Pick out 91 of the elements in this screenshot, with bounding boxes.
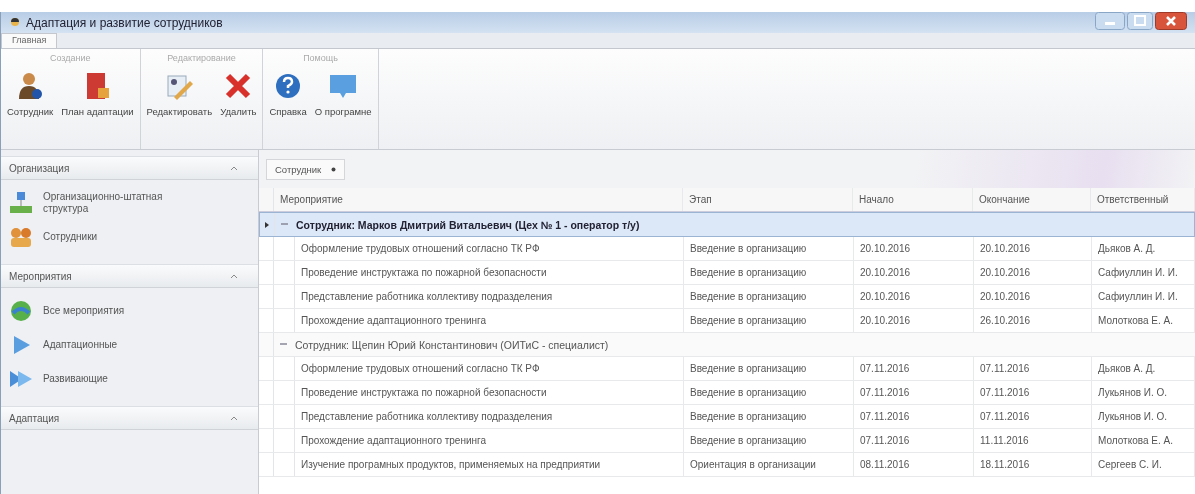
sidebar-item[interactable]: Развивающие xyxy=(9,364,258,394)
hierarchy-icon xyxy=(10,192,32,213)
table-cell: Сергеев С. И. xyxy=(1092,453,1195,476)
group-by-button[interactable]: Сотрудник xyxy=(266,158,346,180)
book-icon xyxy=(87,73,110,99)
table-cell: Дьяков А. Д. xyxy=(1092,237,1195,260)
table-cell: Молоткова Е. А. xyxy=(1092,309,1195,332)
table-cell: 20.10.2016 xyxy=(974,261,1092,284)
table-cell: Введение в организацию xyxy=(684,261,854,284)
ribbon-group-title: Помощь xyxy=(303,53,338,63)
table-cell: Проведение инструктажа по пожарной безопасности xyxy=(295,261,684,284)
window-title: Адаптация и развитие сотрудников xyxy=(26,15,224,30)
table-cell: 18.11.2016 xyxy=(974,453,1092,476)
close-button[interactable] xyxy=(1155,12,1187,30)
table-cell: Представление работника коллективу подразделения xyxy=(295,285,684,308)
table-cell: Лукьянов И. О. xyxy=(1092,381,1195,404)
table-cell: Введение в организацию xyxy=(684,429,854,452)
table-cell: 26.10.2016 xyxy=(974,309,1092,332)
sidebar-item[interactable]: Организационно-штатная структура xyxy=(9,188,258,218)
sidebar-section-header[interactable]: Адаптация xyxy=(1,406,258,430)
table-cell: Ориентация в организации xyxy=(684,453,854,476)
table-cell: Введение в организацию xyxy=(684,309,854,332)
table-cell: Лукьянов И. О. xyxy=(1092,405,1195,428)
table-cell: Молоткова Е. А. xyxy=(1092,429,1195,452)
column-header[interactable]: Окончание xyxy=(973,188,1091,211)
table-cell: 07.11.2016 xyxy=(854,381,974,404)
column-header[interactable]: Этап xyxy=(683,188,853,211)
table-cell: 20.10.2016 xyxy=(854,285,974,308)
table-cell: Оформление трудовых отношений согласно ТК РФ xyxy=(295,237,684,260)
table-cell: Оформление трудовых отношений согласно ТК РФ xyxy=(295,357,684,380)
edit-icon xyxy=(167,75,194,100)
table-cell: Сафиуллин И. И. xyxy=(1092,285,1195,308)
row-indicator-icon xyxy=(265,221,269,228)
table-cell: 11.11.2016 xyxy=(974,429,1092,452)
table-cell: Введение в организацию xyxy=(684,357,854,380)
table-cell: Сафиуллин И. И. xyxy=(1092,261,1195,284)
collapse-icon[interactable] xyxy=(281,223,288,226)
app-icon xyxy=(9,16,21,29)
table-cell: Дьяков А. Д. xyxy=(1092,357,1195,380)
table-cell: Введение в организацию xyxy=(684,285,854,308)
table-cell: Прохождение адаптационного тренинга xyxy=(295,309,684,332)
column-header[interactable]: Ответственный xyxy=(1091,188,1195,211)
help-icon xyxy=(276,74,301,98)
table-cell: 20.10.2016 xyxy=(854,261,974,284)
table-cell: Представление работника коллективу подразделения xyxy=(295,405,684,428)
ribbon-group-title: Редактирование xyxy=(167,53,236,63)
table-cell: 07.11.2016 xyxy=(974,405,1092,428)
ribbon-tab[interactable]: Главная xyxy=(1,33,58,48)
table-cell: 20.10.2016 xyxy=(974,285,1092,308)
group-title: Сотрудник: Марков Дмитрий Витальевич (Цех № 1 - оператор т/у) xyxy=(296,218,640,231)
person-icon xyxy=(19,73,43,99)
sidebar-item[interactable]: Все мероприятия xyxy=(9,296,258,326)
table-cell: Проведение инструктажа по пожарной безопасности xyxy=(295,381,684,404)
table-cell: Изучение програмных продуктов, применяемых на предприятии xyxy=(295,453,684,476)
table-cell: 20.10.2016 xyxy=(854,237,974,260)
ribbon-group-title: Создание xyxy=(49,53,91,63)
table-cell: 20.10.2016 xyxy=(854,309,974,332)
column-header[interactable]: Начало xyxy=(853,188,973,211)
group-title: Сотрудник: Щепин Юрий Константинович (ОИТиС - специалист) xyxy=(295,338,609,351)
table-cell: 20.10.2016 xyxy=(974,237,1092,260)
maximize-button[interactable] xyxy=(1127,12,1153,30)
sidebar-section-header[interactable]: Мероприятия xyxy=(1,264,258,288)
people-icon xyxy=(11,228,31,247)
speech-bubble-icon xyxy=(330,75,357,98)
group-row[interactable]: Сотрудник: Щепин Юрий Константинович (ОИТиС - специалист) xyxy=(259,333,1195,357)
table-cell: Введение в организацию xyxy=(684,237,854,260)
table-cell: Введение в организацию xyxy=(684,381,854,404)
sidebar-item[interactable]: Адаптационные xyxy=(9,330,258,360)
group-row[interactable]: Сотрудник: Марков Дмитрий Витальевич (Цех № 1 - оператор т/у) xyxy=(259,212,1195,237)
ribbon-button[interactable]: О програмне xyxy=(310,69,376,119)
play-icon xyxy=(14,336,30,354)
ribbon-button[interactable]: Удалить xyxy=(216,69,261,119)
ribbon-button[interactable]: Редактировать xyxy=(142,69,217,119)
sidebar-item[interactable]: Сотрудники xyxy=(9,222,258,252)
collapse-icon[interactable] xyxy=(280,343,287,346)
ribbon-button[interactable]: План адаптации xyxy=(57,69,138,119)
ribbon-button[interactable]: Справка xyxy=(265,69,311,119)
column-header[interactable]: Мероприятие xyxy=(274,188,683,211)
table-cell: 07.11.2016 xyxy=(854,405,974,428)
delete-icon xyxy=(225,73,252,99)
table-cell: 08.11.2016 xyxy=(854,453,974,476)
table-cell: 07.11.2016 xyxy=(854,429,974,452)
double-play-icon xyxy=(10,371,32,387)
table-cell: Прохождение адаптационного тренинга xyxy=(295,429,684,452)
sidebar-section-header[interactable]: Организация xyxy=(1,156,258,180)
table-cell: 07.11.2016 xyxy=(974,381,1092,404)
table-cell: Введение в организацию xyxy=(684,405,854,428)
minimize-button[interactable] xyxy=(1095,12,1125,30)
table-cell: 07.11.2016 xyxy=(854,357,974,380)
table-cell: 07.11.2016 xyxy=(974,357,1092,380)
ribbon-button[interactable]: Сотрудник xyxy=(3,69,58,119)
